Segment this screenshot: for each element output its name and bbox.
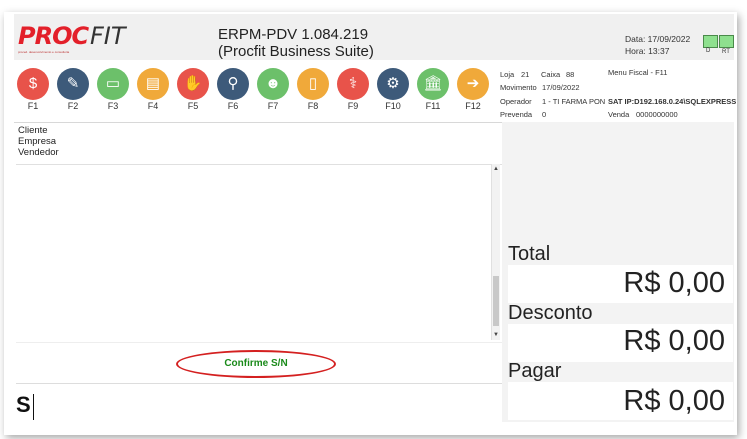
status-indicator-rt	[719, 35, 734, 48]
fkey-label: F10	[385, 101, 401, 111]
fkey-f10-button[interactable]: ⚙ F10	[374, 66, 412, 118]
id-card-icon: ▤	[137, 68, 169, 100]
logo-tagline: proced. desenvolvimento e consultoria	[18, 50, 70, 54]
fkey-f6-button[interactable]: ⚲ F6	[214, 66, 252, 118]
fkey-label: F3	[107, 101, 119, 111]
procfit-logo: PROC FIT proced. desenvolvimento e consu…	[18, 22, 148, 54]
fkey-f4-button[interactable]: ▤ F4	[134, 66, 172, 118]
operador-value: 1 - TI FARMA PON	[542, 97, 606, 106]
venda-value: 0000000000	[636, 110, 678, 119]
app-title-version: ERPM-PDV 1.084.219	[218, 26, 369, 43]
fkey-f7-button[interactable]: ☻ F7	[254, 66, 292, 118]
fkey-f3-button[interactable]: ▭ F3	[94, 66, 132, 118]
status-label-rt: RT	[722, 49, 730, 55]
fkey-f11-button[interactable]: 🏛 F11	[414, 66, 452, 118]
cliente-label: Cliente	[18, 125, 48, 136]
command-input-area[interactable]	[16, 383, 502, 423]
fkey-f5-button[interactable]: ✋ F5	[174, 66, 212, 118]
prevenda-label: Prevenda	[500, 110, 533, 119]
phone-icon: ▯	[297, 68, 329, 100]
sat-value: SAT IP:D192.168.0.24\SQLEXPRESS	[608, 97, 737, 106]
date-time: Data: 17/09/2022 Hora: 13:37	[625, 33, 690, 57]
date-label: Data: 17/09/2022	[625, 34, 691, 44]
fkey-label: F5	[187, 101, 199, 111]
empresa-label: Empresa	[18, 136, 57, 147]
fkey-f9-button[interactable]: ⚕ F9	[334, 66, 372, 118]
status-indicator-d	[703, 35, 718, 48]
pen-icon: ✎	[57, 68, 89, 100]
app-title: ERPM-PDV 1.084.219 (Procfit Business Sui…	[218, 26, 374, 60]
customer-info: Cliente Empresa Vendedor	[18, 125, 59, 158]
fkey-f2-button[interactable]: ✎ F2	[54, 66, 92, 118]
fkey-label: F4	[147, 101, 159, 111]
app-title-suite: (Procfit Business Suite)	[218, 43, 374, 60]
gear-icon: ⚙	[377, 68, 409, 100]
logo-fit-text: FIT	[90, 22, 126, 50]
fkey-label: F8	[307, 101, 319, 111]
arrow-right-icon: ➔	[457, 68, 489, 100]
vendedor-label: Vendedor	[18, 147, 59, 158]
operador-label: Operador	[500, 97, 532, 106]
fkey-label: F6	[227, 101, 239, 111]
movimento-label: Movimento	[500, 83, 537, 92]
command-input[interactable]: S	[16, 392, 31, 418]
menu-fiscal-link[interactable]: Menu Fiscal - F11	[608, 68, 667, 77]
hand-icon: ✋	[177, 68, 209, 100]
pagar-label: Pagar	[508, 360, 562, 382]
fkey-f8-button[interactable]: ▯ F8	[294, 66, 332, 118]
pagar-value: R$ 0,00	[623, 385, 725, 417]
time-label: Hora: 13:37	[625, 46, 670, 56]
desconto-value: R$ 0,00	[623, 325, 725, 357]
fkey-label: F9	[347, 101, 359, 111]
loja-value: 21	[521, 70, 530, 79]
venda-label: Venda	[608, 110, 630, 119]
scroll-thumb[interactable]	[493, 276, 499, 326]
session-info-panel: Loja 21 Caixa 88 Menu Fiscal - F11 Movim…	[500, 68, 736, 120]
scroll-down-icon[interactable]: ▼	[492, 331, 500, 339]
prevenda-value: 0	[542, 110, 547, 119]
logo-proc-text: PROC	[18, 22, 89, 50]
money-icon: $	[17, 68, 49, 100]
total-label: Total	[508, 243, 551, 265]
fkey-label: F7	[267, 101, 279, 111]
caixa-value: 88	[566, 70, 575, 79]
bank-icon: 🏛	[417, 68, 449, 100]
status-label-d: D	[706, 48, 711, 54]
caixa-label: Caixa	[541, 70, 561, 79]
fkey-label: F11	[425, 101, 441, 111]
function-key-toolbar: $ F1 ✎ F2 ▭ F3 ▤ F4 ✋ F5 ⚲ F6 ☻ F7 ▯ F8 …	[14, 66, 494, 120]
fkey-f12-button[interactable]: ➔ F12	[454, 66, 492, 118]
fkey-label: F1	[27, 101, 39, 111]
items-scrollbar[interactable]: ▲ ▼	[491, 164, 500, 340]
scroll-up-icon[interactable]: ▲	[492, 165, 500, 173]
medical-icon: ⚕	[337, 68, 369, 100]
fkey-f1-button[interactable]: $ F1	[14, 66, 52, 118]
fkey-label: F2	[67, 101, 79, 111]
search-icon: ⚲	[217, 68, 249, 100]
card-icon: ▭	[97, 68, 129, 100]
confirm-prompt: Confirme S/N	[176, 350, 336, 378]
loja-label: Loja	[500, 70, 515, 79]
desconto-label: Desconto	[508, 302, 593, 324]
users-icon: ☻	[257, 68, 289, 100]
items-list[interactable]	[16, 164, 502, 340]
movimento-value: 17/09/2022	[542, 83, 580, 92]
total-value: R$ 0,00	[623, 267, 725, 299]
fkey-label: F12	[465, 101, 481, 111]
text-caret	[33, 394, 34, 420]
app-header: PROC FIT proced. desenvolvimento e consu…	[14, 14, 734, 60]
